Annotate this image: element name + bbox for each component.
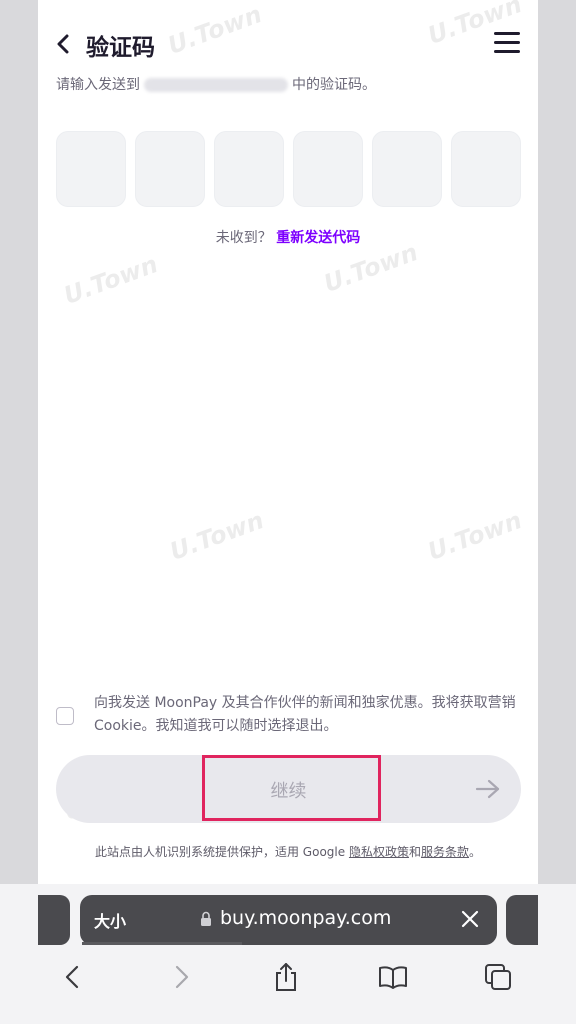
back-button[interactable] — [52, 30, 74, 58]
watermark: U.Town — [166, 506, 268, 566]
app-screen: U.Town U.Town U.Town U.Town U.Town U.Tow… — [38, 0, 538, 1024]
page-title: 验证码 — [86, 35, 155, 61]
continue-button[interactable]: 继续 — [56, 755, 521, 823]
instruction-text: 请输入发送到 中的验证码。 — [56, 74, 376, 94]
resend-prompt: 未收到？ — [215, 230, 272, 246]
chevron-right-icon — [175, 965, 189, 989]
hamburger-icon — [494, 32, 520, 53]
chevron-left-icon — [57, 34, 69, 54]
resend-code-link[interactable]: 重新发送代码 — [276, 230, 360, 246]
close-icon[interactable] — [459, 908, 481, 930]
chevron-left-icon — [65, 965, 79, 989]
tabs-button[interactable] — [484, 962, 512, 992]
header: 验证码 — [38, 22, 538, 66]
otp-input-group — [56, 131, 522, 207]
watermark: U.Town — [60, 250, 162, 310]
tabs-icon — [485, 964, 511, 990]
footer-prefix: 此站点由人机识别系统提供保护，适用 Google — [94, 845, 349, 859]
next-tab-preview[interactable] — [506, 895, 538, 945]
watermark: U.Town — [320, 238, 422, 298]
watermark: U.Town — [424, 506, 526, 566]
otp-digit-input[interactable] — [56, 131, 126, 207]
resend-row: 未收到？ 重新发送代码 — [38, 227, 538, 247]
footer-and: 和 — [408, 845, 421, 859]
otp-digit-input[interactable] — [293, 131, 363, 207]
marketing-consent: 向我发送 MoonPay 及其合作伙伴的新闻和独家优惠。我将获取营销 Cooki… — [56, 692, 526, 740]
otp-digit-input[interactable] — [135, 131, 205, 207]
redacted-email — [144, 78, 288, 92]
page-load-progress — [82, 942, 242, 945]
book-icon — [379, 966, 407, 989]
address-bar[interactable]: 大小 buy.moonpay.com — [80, 895, 497, 945]
back-nav-button[interactable] — [60, 962, 84, 992]
lock-icon — [201, 911, 211, 926]
footer-suffix: 。 — [468, 845, 481, 859]
otp-digit-input[interactable] — [214, 131, 284, 207]
arrow-right-icon — [475, 779, 500, 799]
share-button[interactable] — [272, 962, 300, 992]
text-size-button[interactable]: 大小 — [94, 908, 126, 932]
bookmarks-button[interactable] — [378, 962, 408, 992]
otp-digit-input[interactable] — [372, 131, 442, 207]
previous-tab-preview[interactable] — [38, 895, 70, 945]
recaptcha-note: 此站点由人机识别系统提供保护，适用 Google 隐私权政策和服务条款。 — [78, 842, 498, 862]
consent-text: 向我发送 MoonPay 及其合作伙伴的新闻和独家优惠。我将获取营销 Cooki… — [94, 695, 516, 734]
instruction-suffix: 中的验证码。 — [292, 77, 376, 93]
forward-nav-button[interactable] — [170, 962, 194, 992]
consent-checkbox[interactable] — [56, 707, 74, 725]
menu-button[interactable] — [494, 32, 520, 56]
instruction-prefix: 请输入发送到 — [56, 77, 140, 93]
privacy-policy-link[interactable]: 隐私权政策 — [349, 845, 409, 859]
otp-digit-input[interactable] — [451, 131, 521, 207]
share-icon — [276, 963, 296, 991]
terms-of-service-link[interactable]: 服务条款 — [421, 845, 469, 859]
continue-label: 继续 — [270, 781, 307, 802]
url-text: buy.moonpay.com — [220, 907, 392, 929]
